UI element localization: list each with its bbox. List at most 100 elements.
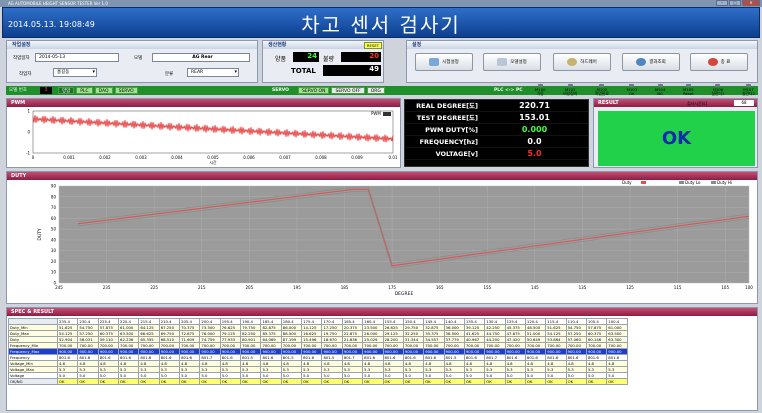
duty-y-tick: 10 [51, 270, 57, 275]
table-cell: OK [606, 378, 628, 385]
plc-pc-label: PLC <-> PC [494, 88, 523, 93]
table-cell: OK [382, 378, 404, 385]
table-cell: OK [484, 378, 506, 385]
model-label: 모델 [134, 56, 143, 61]
category-label: 분류 [165, 72, 174, 77]
measurement-label: VOLTAGE[v] [405, 148, 481, 159]
result-query-button[interactable]: 결과조회 [622, 53, 680, 71]
pwm-legend-label: PWM [371, 111, 381, 116]
measurement-label: PWM DUTY[%] [405, 124, 481, 135]
duty-y-tick: 30 [51, 248, 57, 253]
result-title: RESULT [594, 99, 757, 107]
table-cell: OK [280, 378, 303, 385]
duty-x-tick: 125 [626, 285, 634, 290]
duty-x-tick: 105 [721, 285, 729, 290]
model-no-value: 3 [40, 87, 52, 94]
table-cell: OK [423, 378, 445, 385]
pwm-x-tick: 0.009 [351, 155, 363, 160]
table-cell: OK [524, 378, 547, 385]
date-field[interactable]: 2014-05-13 [35, 53, 119, 62]
measurement-value: 0.0 [481, 136, 588, 147]
page-title: 차고 센서 검사기 [301, 13, 461, 37]
measurement-row: REAL DEGREE[도] 220.71 [405, 100, 588, 112]
result-status: OK [598, 111, 755, 166]
table-cell: OK [565, 378, 587, 385]
duty-y-tick: 20 [51, 259, 57, 264]
category-select[interactable]: REAR [187, 68, 239, 77]
servo-on-button[interactable]: SERVO ON [298, 87, 330, 94]
plc-lamp: M103 OK [627, 84, 637, 96]
status-tags: 양압 PLC DAQ SERVO [58, 86, 138, 94]
model-settings-button[interactable]: 모델설정 [483, 53, 541, 71]
tag-servo: SERVO [114, 87, 138, 94]
duty-x-tick: 205 [246, 285, 254, 290]
pwm-title: PWM [7, 99, 400, 107]
settings-title: 설정 [407, 41, 757, 49]
close-icon[interactable]: ✕ [742, 0, 760, 6]
window-controls: – □ ✕ [716, 0, 760, 7]
duty-y-tick: 70 [51, 205, 57, 210]
model-no-label: 모델 번호 [9, 88, 27, 93]
tag-daq: DAQ [94, 87, 113, 94]
window-title: AG AUTOMOBILE HEIGHT SENSOR TESTER Ver 1… [8, 1, 108, 6]
pwm-x-tick: 0.004 [171, 155, 183, 160]
table-cell: OK [260, 378, 282, 385]
key-icon [567, 58, 578, 66]
table-cell: OK [463, 378, 486, 385]
measurement-value: 0.000 [481, 124, 588, 135]
tag-plc: PLC [76, 87, 93, 94]
table-cell: OK [545, 378, 567, 385]
pwm-y-tick: -1 [26, 151, 30, 156]
exit-button[interactable]: 종 료 [690, 53, 748, 71]
hardware-button[interactable]: 하드웨어 [553, 53, 611, 71]
row-header: OK/NG [8, 378, 58, 385]
table-cell: OK [158, 378, 181, 385]
pwm-plot-area [32, 110, 394, 154]
pwm-x-tick: 0.003 [135, 155, 147, 160]
spec-title: SPEC & RESULT [7, 308, 757, 316]
measurement-value: 220.71 [481, 100, 588, 111]
duty-x-tick: 115 [674, 285, 682, 290]
window-title-bar: AG AUTOMOBILE HEIGHT SENSOR TESTER Ver 1… [0, 0, 762, 7]
duty-legend-swatch [679, 181, 684, 184]
worker-select[interactable]: 홍길동 [53, 68, 97, 77]
servo-off-button[interactable]: SERVO OFF [331, 87, 365, 94]
measurement-value: 5.0 [481, 148, 588, 159]
tag-pressure: 양압 [58, 87, 75, 94]
plc-lamp: M102 작업완료 [595, 84, 609, 96]
table-cell: OK [585, 378, 608, 385]
duty-y-tick: 60 [51, 216, 57, 221]
pwm-chart: 10-10 0.001 0.002 0.003 0.004 0.005 0.006 0.007… [26, 109, 398, 166]
maximize-icon[interactable]: □ [729, 0, 741, 6]
plc-lamp: M107 실린더2 [742, 84, 755, 96]
model-field[interactable]: AG Rear [152, 53, 250, 62]
servo-label: SERVO [272, 88, 290, 93]
measurement-label: REAL DEGREE[도] [405, 100, 481, 111]
reset-button[interactable]: RESET [364, 42, 382, 49]
duty-x-tick: 215 [198, 285, 206, 290]
lamp-name: Reset [683, 91, 694, 96]
duty-x-tick: 155 [483, 285, 491, 290]
magnifier-icon [636, 58, 647, 66]
work-settings-title: 작업설정 [7, 41, 257, 49]
measurement-label: FREQUENCY[hz] [405, 136, 481, 147]
origin-button[interactable]: ORG [366, 87, 385, 94]
plc-lamp: M106 실린더1 [711, 84, 724, 96]
production-panel: 생산현황 RESET 양품 24 불량 20 TOTAL 49 [262, 40, 384, 83]
plc-lamp: M100 가동 [535, 84, 546, 96]
duty-y-tick: 80 [51, 194, 57, 199]
lamp-name: 가동 [536, 91, 544, 96]
inspection-time-label: 검사시간[s] [687, 101, 707, 106]
power-icon [707, 58, 718, 66]
duty-y-tick: 50 [51, 227, 57, 232]
table-cell: OK [77, 378, 99, 385]
duty-legend-label: Duty [622, 180, 632, 185]
lamp-name: 비상정지 [563, 91, 578, 96]
pwm-x-tick: 0.007 [279, 155, 291, 160]
minimize-icon[interactable]: – [716, 0, 728, 6]
duty-x-tick: 175 [388, 285, 396, 290]
plc-lamp: M104 NG [655, 84, 665, 96]
test-settings-button[interactable]: 시험설정 [415, 53, 473, 71]
duty-x-tick: 245 [55, 285, 63, 290]
lamp-name: 실린더2 [742, 91, 755, 96]
